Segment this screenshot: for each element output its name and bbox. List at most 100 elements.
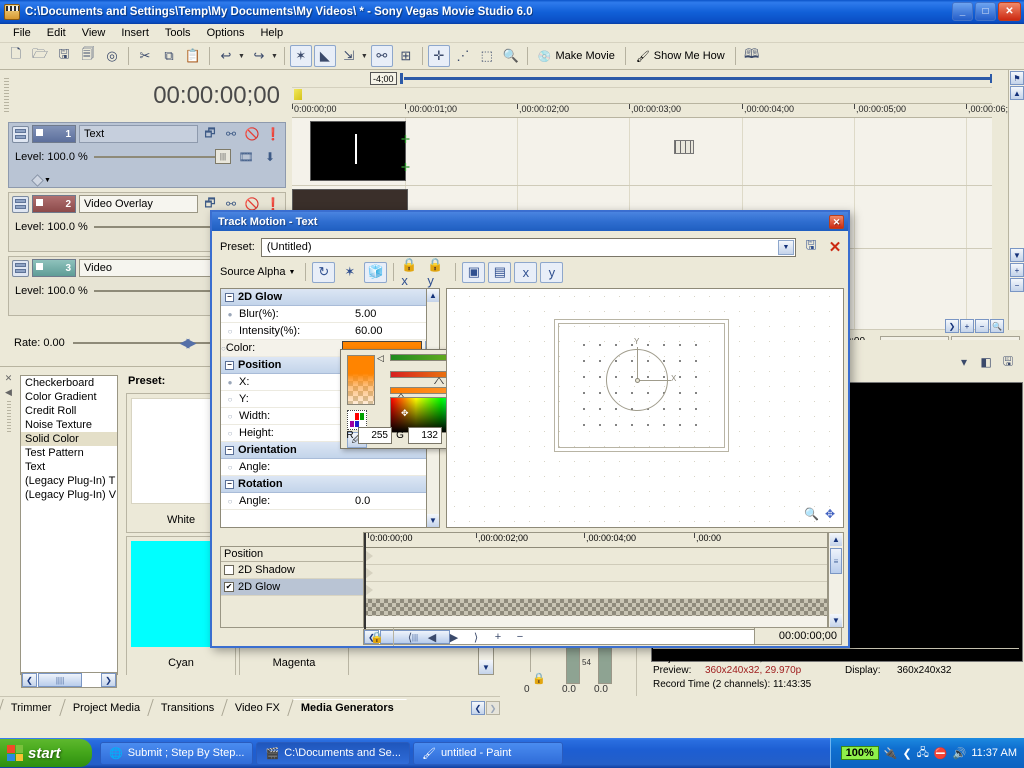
keyframe-vscroll-thumb[interactable]: ≡	[830, 548, 842, 574]
scroll-up-icon[interactable]: ▲	[1010, 86, 1024, 100]
tab-project-media[interactable]: Project Media	[58, 699, 153, 716]
collapse-icon[interactable]: −	[225, 445, 234, 455]
checkbox-2d-shadow[interactable]	[224, 565, 234, 575]
security-alert-icon[interactable]: ⛔	[934, 747, 948, 760]
workspace-zoom-icon[interactable]: 🔍	[804, 507, 819, 521]
property-row-intensity[interactable]: ○ Intensity(%): 60.00	[221, 323, 439, 340]
track-expand-icon[interactable]	[12, 125, 29, 143]
envelope-dropdown-icon[interactable]: ▼	[44, 177, 51, 184]
lock-envelopes-icon[interactable]: ⚯	[370, 45, 393, 67]
lock-aspect-x-icon[interactable]: 🔒x	[400, 257, 423, 288]
g-input[interactable]	[408, 427, 442, 444]
menu-tools[interactable]: Tools	[158, 25, 198, 41]
property-row-blur[interactable]: ● Blur(%): 5.00	[221, 306, 439, 323]
tray-expand-icon[interactable]: ❮	[902, 747, 911, 760]
whats-this-help-icon[interactable]: 🕮	[741, 45, 763, 67]
hscroll-left-icon[interactable]: ❮	[22, 673, 37, 687]
tab-video-fx[interactable]: Video FX	[221, 699, 294, 716]
track-header-text[interactable]: 1 Text 🗗 ⚯ 🚫 ❗ Level: 100.0 % ||| 🎞 ⬇ ▼	[8, 122, 286, 188]
generator-item[interactable]: Text	[21, 460, 117, 474]
timeline-small-event[interactable]	[674, 140, 694, 154]
timeline-event-text[interactable]	[310, 121, 406, 181]
normal-edit-tool-icon[interactable]: ✛	[427, 45, 450, 67]
properties-scroll-down-icon[interactable]: ▼	[427, 514, 439, 527]
timeline-track-text[interactable]: ✛ ✛	[292, 118, 992, 186]
track-height-plus-icon[interactable]: +	[1010, 263, 1024, 277]
r-input[interactable]	[358, 427, 392, 444]
collapse-icon[interactable]: −	[225, 479, 234, 489]
generator-item[interactable]: Credit Roll	[21, 404, 117, 418]
zoom-tool-icon[interactable]: 🔍	[990, 319, 1004, 333]
menu-insert[interactable]: Insert	[114, 25, 156, 41]
property-group-rotation[interactable]: − Rotation	[221, 476, 439, 493]
taskbar-clock[interactable]: 11:37 AM	[971, 747, 1017, 759]
timeline-region-bar[interactable]	[292, 88, 992, 102]
minimize-button[interactable]: _	[952, 2, 973, 21]
collapse-icon[interactable]: −	[225, 360, 234, 370]
audio-meter[interactable]: 48 54 🔒 0 0.0 0.0	[500, 640, 630, 696]
motion-center-handle[interactable]	[635, 378, 640, 383]
make-movie-button[interactable]: 💿 Make Movie	[532, 48, 621, 65]
preview-snapshot-icon[interactable]: 🖫	[1000, 354, 1016, 370]
taskbar-item-browser[interactable]: 🌐 Submit ; Step By Step...	[100, 741, 254, 765]
last-keyframe-icon[interactable]: ⟩	[467, 629, 485, 645]
chevron-down-icon[interactable]: ▼	[778, 239, 794, 255]
auto-ripple-icon[interactable]: ⇲	[338, 45, 360, 67]
dialog-close-button[interactable]: ✕	[829, 215, 844, 229]
first-keyframe-icon[interactable]: ⟨	[401, 629, 419, 645]
keyframe-timeline[interactable]: 0:00:00;00 ,00:00:02;00 ,00:00:04;00 ,00…	[363, 532, 828, 629]
tab-scroll-left-icon[interactable]: ❮	[471, 701, 485, 715]
save-preset-icon[interactable]: 🖫	[802, 237, 820, 256]
generator-plugin-list[interactable]: Checkerboard Color Gradient Credit Roll …	[20, 375, 118, 675]
lock-aspect-y-icon[interactable]: 🔒y	[426, 257, 449, 288]
zoom-edit-tool-icon[interactable]: 🔍	[500, 45, 522, 67]
preview-split-icon[interactable]: ◧	[978, 354, 994, 370]
ignore-event-grouping-icon[interactable]: ⊞	[395, 45, 417, 67]
main-timecode-display[interactable]: 00:00:00;00	[153, 82, 280, 110]
generator-item[interactable]: (Legacy Plug-In) T	[21, 474, 117, 488]
timeline-ruler[interactable]: 0:00:00;00 ,00:00:01;00 ,00:00:02;00 ,00…	[292, 103, 1008, 118]
automatic-crossfades-icon[interactable]: ◣	[313, 45, 336, 67]
event-fade-handle-bottom-icon[interactable]: ✛	[400, 162, 411, 174]
track-motion-icon[interactable]: ⚯	[222, 125, 240, 143]
motion-workspace[interactable]: Y X 🔍 ✥	[446, 288, 844, 528]
tab-media-generators[interactable]: Media Generators	[287, 699, 407, 716]
keyframe-row-2d-shadow[interactable]: 2D Shadow	[221, 562, 363, 579]
menu-options[interactable]: Options	[200, 25, 252, 41]
track-parent-icon[interactable]: ⬇	[261, 148, 279, 166]
track-solo-icon[interactable]: ❗	[264, 125, 282, 143]
property-row-rotation-angle[interactable]: ○ Angle: 0.0	[221, 493, 439, 510]
color-field-cursor-icon[interactable]: ✥	[401, 408, 408, 419]
new-project-icon[interactable]: 🗋	[5, 45, 27, 67]
hscroll-right-icon[interactable]: ❯	[101, 673, 116, 687]
start-button[interactable]: start	[0, 739, 92, 767]
open-project-icon[interactable]: 🗁	[29, 45, 51, 67]
panel-grip-left[interactable]: ✕ ◀	[4, 373, 13, 433]
generator-item[interactable]: Test Pattern	[21, 446, 117, 460]
keyframe-ruler[interactable]: 0:00:00;00 ,00:00:02;00 ,00:00:04;00 ,00…	[364, 533, 827, 548]
auto-ripple-dropdown-icon[interactable]: ▼	[361, 53, 368, 60]
add-keyframe-icon[interactable]: +	[489, 629, 507, 645]
chevron-down-icon[interactable]: ▼	[288, 269, 295, 276]
preset-combobox[interactable]: (Untitled) ▼	[260, 237, 796, 257]
menu-edit[interactable]: Edit	[40, 25, 73, 41]
timeline-marker-bar[interactable]: -4;00	[292, 70, 992, 88]
tab-transitions[interactable]: Transitions	[147, 699, 227, 716]
panel-close-icon[interactable]: ✕	[5, 373, 13, 384]
close-button[interactable]: ✕	[998, 2, 1021, 21]
timeline-vertical-scrollbar[interactable]: ⚑ ▲ ▼ + −	[1008, 70, 1024, 330]
keyframe-row-2d-glow[interactable]: ✔ 2D Glow	[221, 579, 363, 596]
panel-grip[interactable]	[4, 78, 9, 112]
show-x-axis-icon[interactable]: x	[514, 261, 538, 283]
hscroll-right-icon[interactable]: ❯	[945, 319, 959, 333]
undo-dropdown-icon[interactable]: ▼	[238, 53, 245, 60]
property-group-2d-glow[interactable]: − 2D Glow	[221, 289, 439, 306]
keyframe-timecode[interactable]: 00:00:00;00	[754, 627, 842, 645]
3d-view-icon[interactable]: 🧊	[364, 261, 388, 283]
keyframe-lane-position[interactable]	[364, 548, 827, 565]
keyframe-vertical-scrollbar[interactable]: ▲ ≡ ▼	[828, 532, 844, 628]
tab-trimmer[interactable]: Trimmer	[0, 699, 65, 716]
generator-list-hscrollbar[interactable]: ❮ |||| ❯	[21, 672, 117, 688]
track-expand-icon[interactable]	[12, 259, 29, 277]
enable-snapping-icon[interactable]: ✶	[289, 45, 312, 67]
